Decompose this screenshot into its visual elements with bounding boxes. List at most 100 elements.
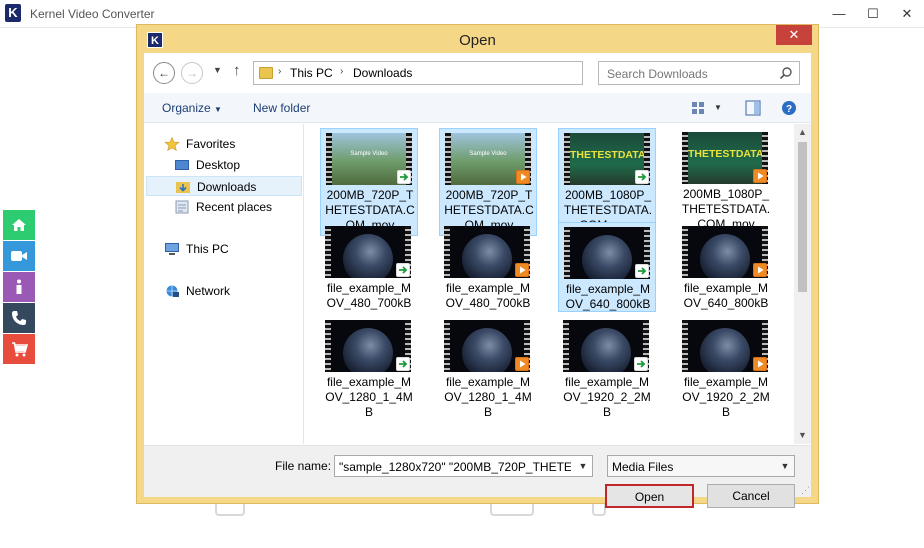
phone-icon [12, 311, 26, 325]
file-name: file_example_MOV_480_700kB [326, 281, 412, 310]
play-badge-icon [753, 169, 767, 183]
folder-icon [259, 67, 273, 79]
up-arrow-icon[interactable]: ↑ [233, 62, 241, 79]
recent-locations-chevron-icon[interactable]: ▼ [213, 65, 222, 75]
nav-downloads-label: Downloads [197, 180, 257, 194]
nav-this-pc[interactable]: This PC [164, 239, 294, 259]
nav-desktop[interactable]: Desktop [174, 155, 294, 175]
file-tile[interactable]: file_example_MOV_480_700kB [320, 222, 418, 312]
video-thumbnail: Sample Video [326, 133, 412, 185]
shortcut-arrow-icon [635, 170, 649, 184]
thumbnail-text: Sample Video [350, 151, 388, 157]
resize-grip-icon[interactable]: ⋰ [801, 485, 810, 496]
cancel-button[interactable]: Cancel [707, 484, 795, 508]
new-folder-button[interactable]: New folder [253, 101, 310, 115]
info-button[interactable] [3, 272, 35, 302]
file-tile[interactable]: file_example_MOV_640_800kB [677, 222, 775, 312]
file-list-scrollbar[interactable]: ▲ ▼ [794, 124, 811, 444]
file-name: file_example_MOV_640_800kB [565, 282, 651, 311]
file-tile[interactable]: file_example_MOV_640_800kB [558, 222, 656, 312]
video-thumbnail [564, 227, 650, 279]
file-name: file_example_MOV_1920_2_2MB [682, 375, 770, 419]
organize-menu[interactable]: Organize ▼ [162, 101, 222, 115]
video-thumbnail [325, 226, 411, 278]
file-tile[interactable]: THETESTDATA.C200MB_1080P_THETESTDATA.COM… [677, 128, 775, 236]
file-type-value: Media Files [612, 460, 674, 474]
search-icon[interactable] [779, 66, 793, 80]
navigation-pane: Favorites Desktop Downloads Recent place… [144, 124, 304, 444]
file-name-label: File name: [275, 459, 332, 473]
video-thumbnail: Sample Video [445, 133, 531, 185]
shortcut-arrow-icon [397, 170, 411, 184]
dialog-footer: File name: "sample_1280x720" "200MB_720P… [144, 445, 811, 508]
file-name-input[interactable]: "sample_1280x720" "200MB_720P_THETESTDAT… [334, 455, 593, 477]
file-type-dropdown-icon[interactable]: ▼ [776, 456, 794, 476]
phone-button[interactable] [3, 303, 35, 333]
organize-chevron-icon: ▼ [214, 105, 222, 114]
video-thumbnail [444, 320, 530, 372]
breadcrumb-separator-icon[interactable]: › [340, 66, 343, 77]
shortcut-arrow-icon [396, 263, 410, 277]
app-logo-icon: K [5, 4, 21, 22]
play-badge-icon [515, 357, 529, 371]
file-tile[interactable]: file_example_MOV_1280_1_4MB [439, 316, 537, 419]
play-badge-icon [753, 263, 767, 277]
breadcrumb-this-pc[interactable]: This PC [290, 66, 333, 80]
file-name: file_example_MOV_1280_1_4MB [444, 375, 532, 419]
nav-desktop-label: Desktop [196, 158, 241, 172]
app-window-controls: — ☐ ✕ [822, 0, 924, 28]
open-button[interactable]: Open [605, 484, 694, 508]
view-options-icon[interactable] [690, 99, 708, 117]
file-tile[interactable]: Sample Video 200MB_720P_THETESTDATA.COM_m… [320, 128, 418, 236]
scroll-thumb[interactable] [798, 142, 807, 292]
star-icon [164, 137, 180, 151]
nav-downloads[interactable]: Downloads [146, 176, 302, 196]
file-tile[interactable]: file_example_MOV_1280_1_4MB [320, 316, 418, 419]
breadcrumb-downloads[interactable]: Downloads [353, 66, 412, 80]
breadcrumb-separator-icon[interactable]: › [278, 66, 281, 77]
file-name-dropdown-icon[interactable]: ▼ [574, 456, 592, 476]
desktop-icon [175, 160, 189, 170]
preview-pane-icon[interactable] [744, 99, 762, 117]
dialog-title: Open [459, 32, 496, 49]
video-thumbnail [563, 320, 649, 372]
info-icon [16, 279, 22, 294]
file-tile[interactable]: file_example_MOV_1920_2_2MB [558, 316, 656, 419]
file-name-value: "sample_1280x720" "200MB_720P_THETESTDAT… [339, 460, 571, 474]
app-close-button[interactable]: ✕ [890, 0, 924, 28]
help-icon[interactable]: ? [780, 99, 798, 117]
cart-button[interactable] [3, 334, 35, 364]
nav-network[interactable]: Network [164, 281, 294, 301]
search-input[interactable]: Search Downloads [598, 61, 800, 85]
nav-favorites[interactable]: Favorites [164, 134, 294, 154]
play-badge-icon [515, 263, 529, 277]
file-name: file_example_MOV_1280_1_4MB [325, 375, 413, 419]
file-name: file_example_MOV_640_800kB [683, 281, 769, 310]
file-tile[interactable]: file_example_MOV_480_700kB [439, 222, 537, 312]
file-type-select[interactable]: Media Files ▼ [607, 455, 795, 477]
forward-button[interactable]: → [181, 62, 203, 84]
computer-icon [165, 243, 179, 255]
maximize-button[interactable]: ☐ [856, 0, 890, 28]
file-tile[interactable]: THETESTDATA.C200MB_1080P_THETESTDATA.COM… [558, 128, 656, 236]
minimize-button[interactable]: — [822, 0, 856, 28]
cart-icon [11, 341, 28, 356]
shortcut-arrow-icon [396, 357, 410, 371]
network-icon [166, 285, 179, 297]
view-dropdown-icon[interactable]: ▼ [714, 103, 722, 112]
nav-recent-places[interactable]: Recent places [174, 197, 299, 217]
scroll-up-icon[interactable]: ▲ [794, 124, 811, 141]
file-tile[interactable]: file_example_MOV_1920_2_2MB [677, 316, 775, 419]
scroll-down-icon[interactable]: ▼ [794, 427, 811, 444]
file-tile[interactable]: Sample Video 200MB_720P_THETESTDATA.COM_m… [439, 128, 537, 236]
dialog-close-button[interactable]: ✕ [776, 25, 812, 45]
organize-label: Organize [162, 101, 211, 115]
video-button[interactable] [3, 241, 35, 271]
thumbnail-text: Sample Video [469, 151, 507, 157]
back-button[interactable]: ← [153, 62, 175, 84]
home-icon [12, 219, 26, 231]
thumbnail-text: THETESTDATA.C [570, 149, 650, 161]
address-bar[interactable]: › This PC › Downloads ▼ ↻ [253, 61, 690, 85]
dialog-titlebar: K Open ✕ [137, 25, 818, 53]
home-button[interactable] [3, 210, 35, 240]
